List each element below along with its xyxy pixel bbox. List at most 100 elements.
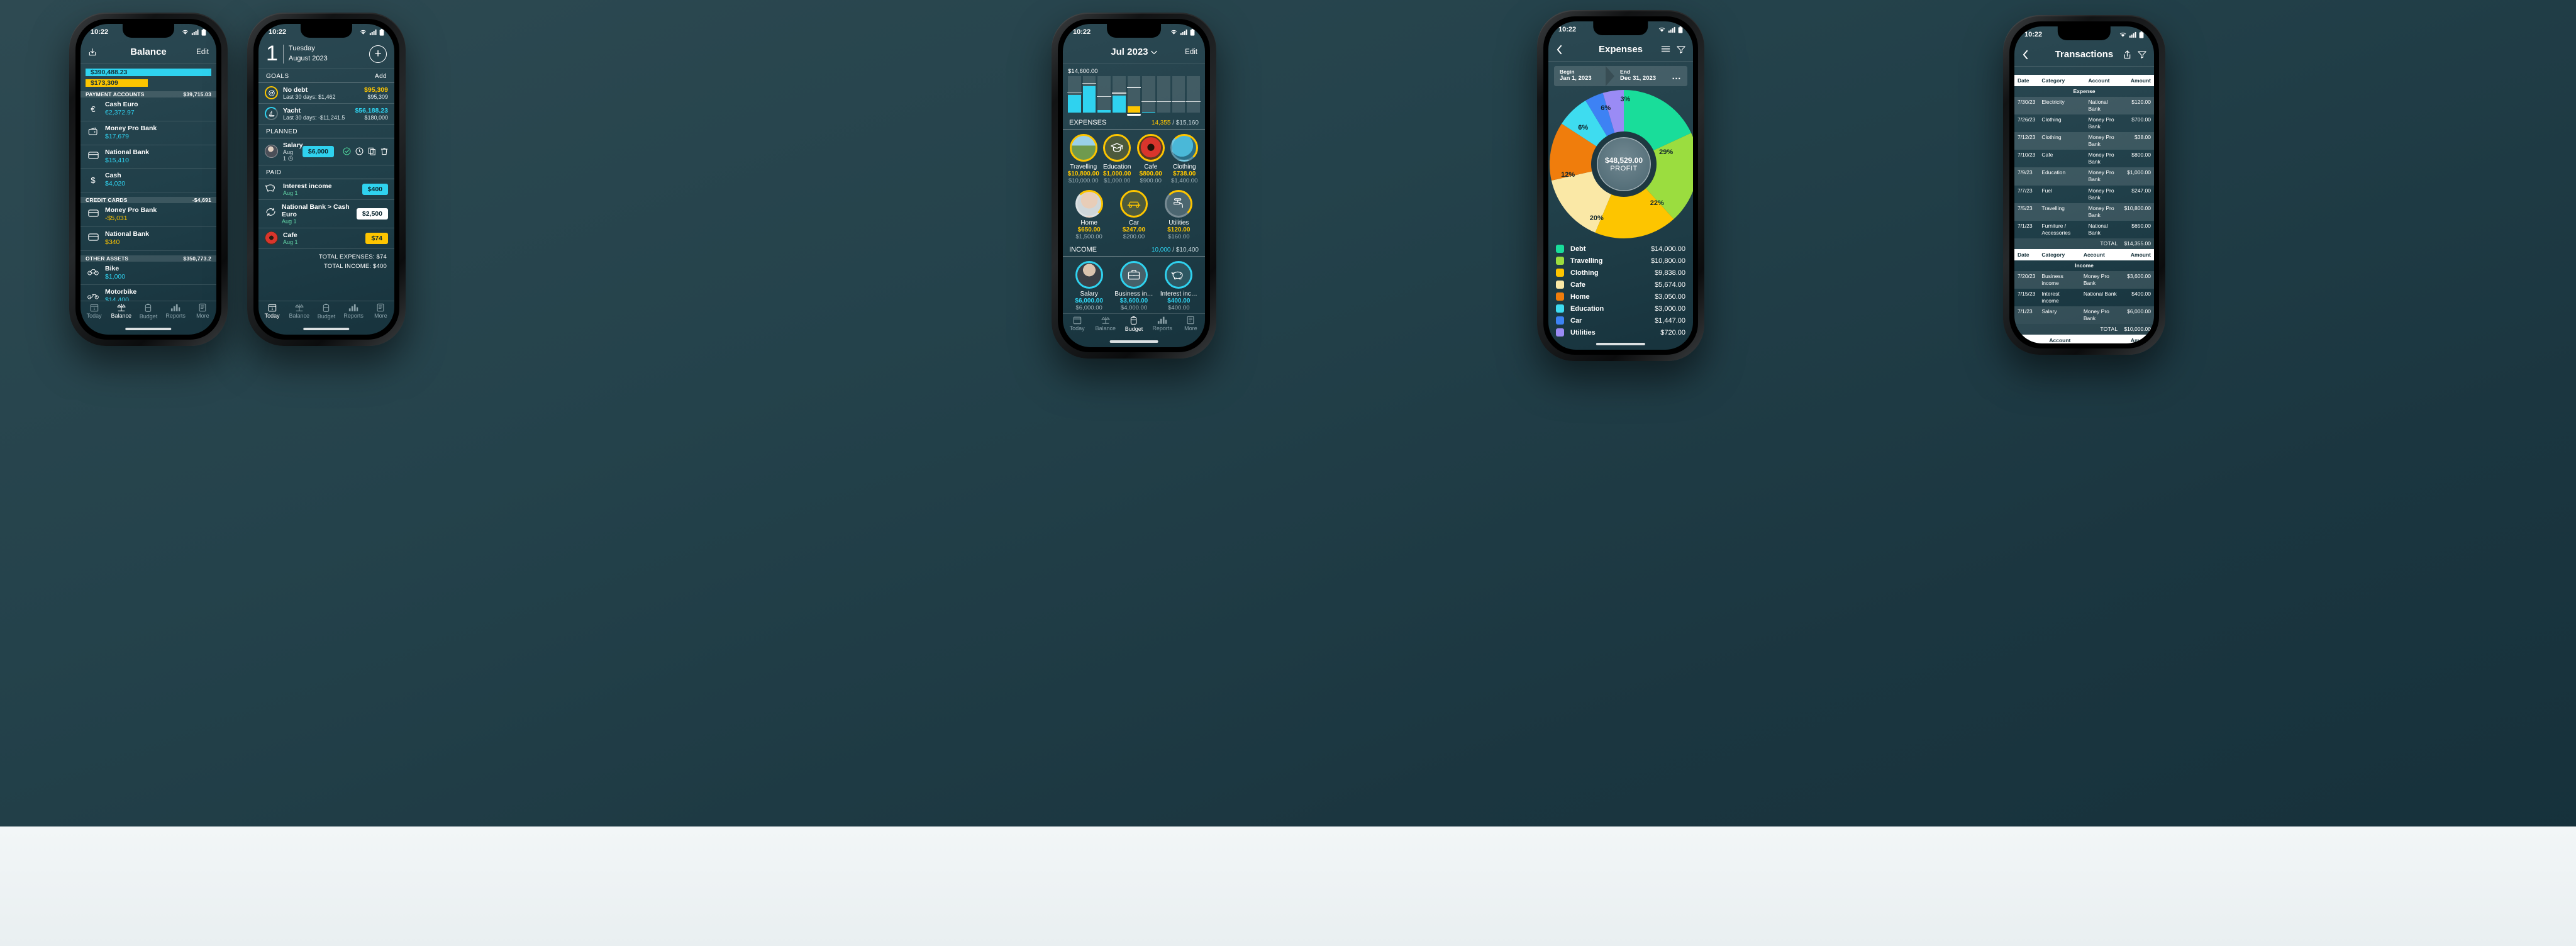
goals-add-button[interactable]: Add [375,73,387,80]
clock-icon[interactable] [355,147,364,155]
legend-item[interactable]: Car $1,447.00 [1556,314,1685,326]
filter-icon[interactable] [1677,45,1685,53]
goal-row[interactable]: Yacht Last 30 days: -$11,241.5 $56,188.2… [258,104,394,125]
legend-item[interactable]: Cafe $5,674.00 [1556,279,1685,291]
tab-today[interactable]: 1 Today [80,303,108,319]
category-tile[interactable]: Salary $6,000.00 $6,000.00 [1067,261,1110,311]
table-row[interactable]: 7/15/23 Interest income National Bank $4… [2014,289,2154,306]
date-begin[interactable]: Begin Jan 1, 2023 [1554,66,1606,86]
goal-name: No debt [283,86,308,94]
category-planned: $400.00 [1168,304,1190,311]
table-row[interactable]: 7/30/23 Electricity National Bank $120.0… [2014,97,2154,115]
tab-more[interactable]: More [1177,316,1205,331]
back-button[interactable] [2022,50,2029,60]
category-tile[interactable]: Business in… $3,600.00 $4,000.00 [1113,261,1155,311]
account-row[interactable]: Money Pro Bank $17,679 [80,121,216,145]
date-end[interactable]: End Dec 31, 2023 [1614,66,1666,86]
paid-row[interactable]: Interest income Aug 1 $400 [258,179,394,200]
planned-row[interactable]: Salary Aug 1 $6,000 [258,138,394,165]
tab-balance[interactable]: Balance [286,303,313,319]
bar-cell[interactable] [1112,76,1126,113]
bar-cell[interactable] [1067,76,1082,113]
planned-amount[interactable]: $6,000 [302,145,334,157]
category-tile[interactable]: Cafe $800.00 $900.00 [1134,134,1168,184]
date-range-selector[interactable]: Begin Jan 1, 2023 End Dec 31, 2023 … [1554,66,1687,86]
table-row[interactable]: 7/10/23 Cafe Money Pro Bank $800.00 [2014,150,2154,167]
paid-amount[interactable]: $400 [362,183,388,195]
category-tile[interactable]: Interest inc… $400.00 $400.00 [1157,261,1200,311]
legend-item[interactable]: Home $3,050.00 [1556,291,1685,303]
period-selector[interactable]: Jul 2023 [1063,47,1205,57]
bar-cell[interactable] [1171,76,1186,113]
table-row[interactable]: 7/9/23 Education Money Pro Bank $1,000.0… [2014,167,2154,186]
legend-item[interactable]: Education $3,000.00 [1556,303,1685,314]
tap-icon [1165,190,1193,218]
goal-row[interactable]: No debt Last 30 days: $1,462 $95,309 $95… [258,83,394,104]
tab-more[interactable]: More [189,303,216,319]
tab-budget[interactable]: Budget [313,303,340,320]
table-row[interactable]: 7/7/23 Fuel Money Pro Bank $247.00 [2014,186,2154,203]
tab-reports[interactable]: Reports [162,303,189,319]
tab-today[interactable]: Today [1063,316,1091,331]
tab-budget[interactable]: Budget [135,303,162,320]
category-tile[interactable]: Home $650.00 $1,500.00 [1067,190,1110,240]
copy-icon[interactable] [368,147,376,156]
paid-amount[interactable]: $74 [365,232,388,244]
import-button[interactable] [88,48,97,57]
tab-reports[interactable]: Reports [340,303,367,319]
planned-title: PLANNED [266,128,298,135]
account-row[interactable]: Money Pro Bank -$5,031 [80,203,216,227]
filter-icon[interactable] [2138,50,2146,58]
bar-cell[interactable] [1186,76,1201,113]
planned-date: Aug 1 [283,149,297,162]
category-tile[interactable]: Car $247.00 $200.00 [1113,190,1155,240]
more-options-button[interactable]: … [1666,66,1687,86]
trash-icon[interactable] [380,147,388,155]
legend-item[interactable]: Travelling $10,800.00 [1556,255,1685,267]
paid-row[interactable]: Cafe Aug 1 $74 [258,228,394,249]
account-row[interactable]: € Cash Euro €2,372.97 [80,97,216,121]
tab-balance[interactable]: Balance [108,303,135,319]
bar-cell[interactable] [1082,76,1097,113]
tab-today[interactable]: 1 Today [258,303,286,319]
legend-item[interactable]: Clothing $9,838.00 [1556,267,1685,279]
tab-budget[interactable]: Budget [1119,316,1148,332]
bar-cell[interactable] [1097,76,1112,113]
category-tile[interactable]: Clothing $738.00 $1,400.00 [1168,134,1202,184]
category-actual: $650.00 [1077,226,1101,233]
tab-balance[interactable]: Balance [1091,316,1119,331]
table-icon[interactable] [1661,45,1670,53]
paid-amount[interactable]: $2,500 [356,208,388,220]
category-tile[interactable]: Travelling $10,800.00 $10,000.00 [1067,134,1101,184]
table-row[interactable]: 7/1/23 Furniture / Accessories National … [2014,221,2154,238]
account-row[interactable]: Motorbike $14,400 [80,285,216,301]
col-date: Date [2014,248,2039,260]
bar-cell[interactable] [1157,76,1171,113]
table-row[interactable]: 7/5/23 Travelling Money Pro Bank $10,800… [2014,203,2154,221]
category-tile[interactable]: Utilities $120.00 $160.00 [1157,190,1200,240]
account-row[interactable]: Bike $1,000 [80,262,216,286]
account-row[interactable]: National Bank $15,410 [80,145,216,169]
table-row[interactable]: 7/26/23 Clothing Money Pro Bank $700.00 [2014,114,2154,132]
bar-cell[interactable] [1141,76,1157,113]
tab-reports[interactable]: Reports [1148,316,1177,331]
tab-more[interactable]: More [367,303,394,319]
calendar-icon: 1 [268,304,276,312]
back-button[interactable] [1556,45,1563,55]
account-row[interactable]: National Bank $340 [80,227,216,251]
legend-item[interactable]: Debt $14,000.00 [1556,243,1685,255]
table-row[interactable]: 7/12/23 Clothing Money Pro Bank $38.00 [2014,132,2154,150]
table-row[interactable]: 7/1/23 Salary Money Pro Bank $6,000.00 [2014,306,2154,325]
category-tile[interactable]: Education $1,000.00 $1,000.00 [1101,134,1135,184]
edit-button[interactable]: Edit [196,48,209,56]
cell-date: 7/20/23 [2014,270,2039,289]
bar-cell-selected[interactable] [1126,76,1141,116]
share-icon[interactable] [2123,50,2131,59]
paid-row[interactable]: National Bank > Cash Euro Aug 1 $2,500 [258,200,394,228]
account-row[interactable]: $ Cash $4,020 [80,169,216,193]
check-icon[interactable] [343,147,351,155]
table-row[interactable]: 7/20/23 Business income Money Pro Bank $… [2014,270,2154,289]
add-transaction-button[interactable]: + [369,45,387,63]
edit-button[interactable]: Edit [1185,48,1197,56]
legend-item[interactable]: Utilities $720.00 [1556,326,1685,338]
